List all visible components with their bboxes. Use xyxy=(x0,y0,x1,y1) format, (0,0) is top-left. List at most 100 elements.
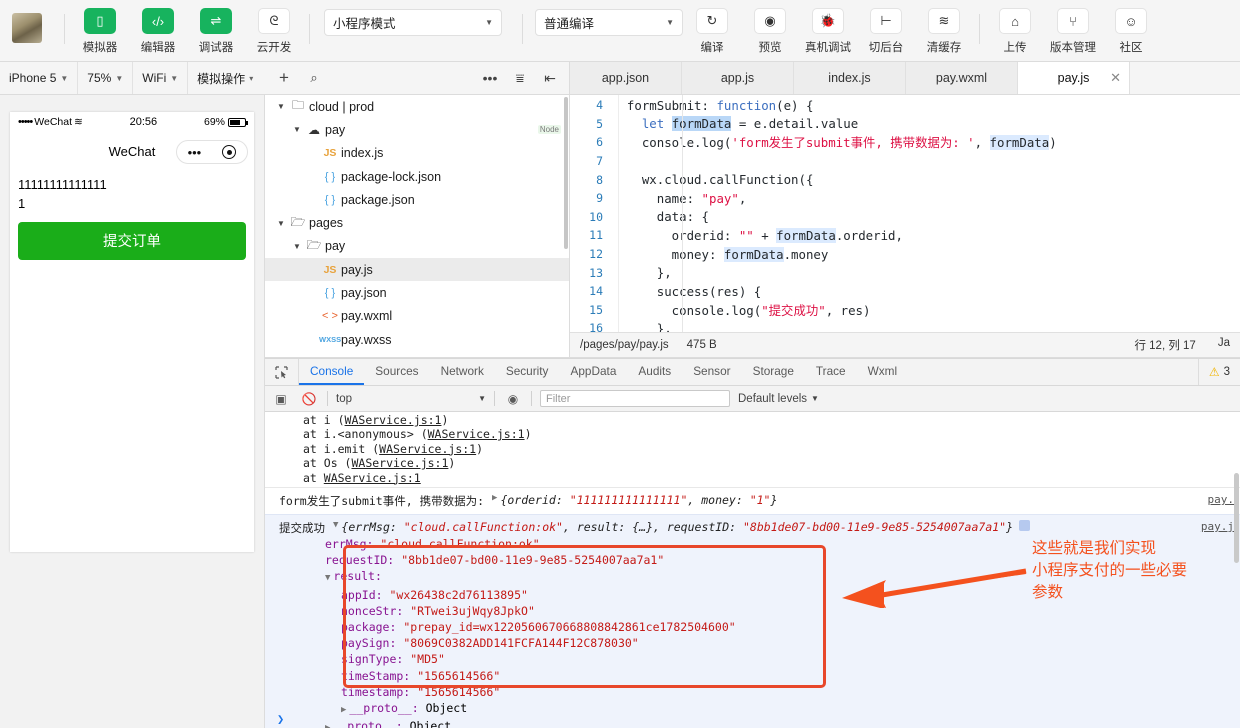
object-property-row[interactable]: timestamp: "1565614566" xyxy=(309,684,1240,700)
devtools-tab-console[interactable]: Console xyxy=(299,359,365,385)
twisty-icon[interactable]: ▶ xyxy=(325,723,330,728)
more-icon[interactable]: ••• xyxy=(477,66,503,90)
twisty-icon[interactable]: ▼ xyxy=(325,573,330,583)
code-line[interactable]: 14 success(res) { xyxy=(570,282,1240,301)
code-line[interactable]: 7 xyxy=(570,152,1240,171)
object-property-row[interactable]: timeStamp: "1565614566" xyxy=(309,668,1240,684)
live-expression-icon[interactable]: ◉ xyxy=(503,392,523,406)
plus-icon[interactable]: + xyxy=(271,66,297,90)
devtools-tab-storage[interactable]: Storage xyxy=(742,359,805,385)
file-tree-item[interactable]: { } package.json xyxy=(265,188,569,211)
twisty-icon[interactable]: ▶ xyxy=(341,705,346,715)
object-property-row[interactable]: nonceStr: "RTwei3ujWqy8JpkO" xyxy=(309,603,1240,619)
file-tree-item[interactable]: ▼ ☁ pay Node xyxy=(265,118,569,141)
simulate-action-select[interactable]: 模拟操作 ▾ xyxy=(188,62,262,94)
code-line[interactable]: 4 formSubmit: function(e) { xyxy=(570,96,1240,115)
search-icon[interactable]: ⌕ xyxy=(301,66,327,90)
file-tree-item[interactable]: { } package-lock.json xyxy=(265,165,569,188)
code-line[interactable]: 8 wx.cloud.callFunction({ xyxy=(570,170,1240,189)
code-editor[interactable]: 4 formSubmit: function(e) {5 let formDat… xyxy=(570,95,1240,332)
code-line[interactable]: 13 }, xyxy=(570,263,1240,282)
log-object[interactable]: {orderid: "111111111111111", money: "1"} xyxy=(500,493,777,507)
devtools-tab-sources[interactable]: Sources xyxy=(364,359,429,385)
inspect-element-icon[interactable] xyxy=(265,359,299,385)
file-tree-item[interactable]: ▼ 🗁 pay xyxy=(265,235,569,258)
code-line[interactable]: 5 let formData = e.detail.value xyxy=(570,115,1240,134)
twisty-icon[interactable]: ▼ xyxy=(275,219,287,228)
log-object[interactable]: {errMsg: "cloud.callFunction:ok", result… xyxy=(341,520,1013,534)
editor-tab-app-json[interactable]: app.json xyxy=(570,62,682,94)
object-property-row[interactable]: ▶__proto__: Object xyxy=(309,718,1240,728)
avatar[interactable] xyxy=(12,13,42,43)
editor-tab-pay-wxml[interactable]: pay.wxml xyxy=(906,62,1018,94)
devtools-tab-security[interactable]: Security xyxy=(495,359,560,385)
code-line[interactable]: 9 name: "pay", xyxy=(570,189,1240,208)
toolbar-item-upload-cloud-icon[interactable]: ⌂ 上传 xyxy=(986,0,1044,55)
object-property-row[interactable]: ▶__proto__: Object xyxy=(309,700,1240,718)
devtools-tab-trace[interactable]: Trace xyxy=(805,359,857,385)
file-tree-item[interactable]: JS index.js xyxy=(265,142,569,165)
editor-tab-app-js[interactable]: app.js xyxy=(682,62,794,94)
toolbar-item-bug-icon[interactable]: 🐞 真机调试 xyxy=(799,0,857,55)
collapse-twisty-icon[interactable]: ▼ xyxy=(333,520,338,530)
toolbar-item-eye-icon[interactable]: ◉ 预览 xyxy=(741,0,799,55)
sort-icon[interactable]: ⩸ xyxy=(507,66,533,90)
object-property-row[interactable]: package: "prepay_id=wx122056067066880884… xyxy=(309,619,1240,635)
object-property-row[interactable]: paySign: "8069C0382ADD141FCFA144F12C8780… xyxy=(309,635,1240,651)
log-source-link[interactable]: pay.j xyxy=(1201,520,1234,533)
toolbar-item-phone-icon[interactable]: ▯ 模拟器 xyxy=(71,0,129,55)
toolbar-item-chat-icon[interactable]: ☺ 社区 xyxy=(1102,0,1160,55)
capsule-close-icon[interactable] xyxy=(222,145,237,159)
file-tree-scrollbar[interactable] xyxy=(564,97,568,249)
expand-twisty-icon[interactable]: ▶ xyxy=(492,493,497,503)
toolbar-item-refresh-icon[interactable]: ↻ 编译 xyxy=(683,0,741,55)
console-sidebar-icon[interactable]: ▣ xyxy=(271,392,291,406)
devtools-tab-wxml[interactable]: Wxml xyxy=(857,359,908,385)
file-tree-item[interactable]: WXSS pay.wxss xyxy=(265,328,569,351)
device-select[interactable]: iPhone 5 ▼ xyxy=(0,62,79,94)
twisty-icon[interactable]: ▼ xyxy=(291,125,303,134)
toolbar-item-code-icon[interactable]: ‹/› 编辑器 xyxy=(129,0,187,55)
console-filter-input[interactable]: Filter xyxy=(540,390,730,407)
devtools-tab-appdata[interactable]: AppData xyxy=(559,359,627,385)
twisty-icon[interactable]: ▼ xyxy=(291,242,303,251)
warning-badge[interactable]: ⚠ 3 xyxy=(1197,359,1240,385)
source-link[interactable]: WAService.js:1 xyxy=(379,442,476,456)
source-link[interactable]: WAService.js:1 xyxy=(345,413,442,427)
console-prompt[interactable]: ❯ xyxy=(265,712,284,726)
clear-console-icon[interactable]: 🚫 xyxy=(299,392,319,406)
file-tree-item[interactable]: ▼ 🗀 cloud | prod xyxy=(265,95,569,118)
source-link[interactable]: WAService.js:1 xyxy=(428,427,525,441)
twisty-icon[interactable]: ▼ xyxy=(275,102,287,111)
compile-select[interactable]: 普通编译 ▼ xyxy=(535,9,683,36)
file-tree-item[interactable]: < > pay.wxml xyxy=(265,305,569,328)
file-tree-item[interactable]: JS pay.js xyxy=(265,258,569,282)
code-line[interactable]: 6 console.log('form发生了submit事件, 携带数据为: '… xyxy=(570,133,1240,152)
source-link[interactable]: WAService.js:1 xyxy=(351,456,448,470)
toolbar-item-background-icon[interactable]: ⊢ 切后台 xyxy=(857,0,915,55)
code-line[interactable]: 10 data: { xyxy=(570,208,1240,227)
file-tree-panel[interactable]: ▼ 🗀 cloud | prod ▼ ☁ pay Node JS index.js { } pack… xyxy=(265,95,570,358)
editor-tab-pay-js[interactable]: pay.js ✕ xyxy=(1018,62,1130,94)
code-line[interactable]: 11 orderid: "" + formData.orderid, xyxy=(570,226,1240,245)
wechat-capsule[interactable]: ••• xyxy=(176,140,248,164)
console-context-select[interactable]: top ▼ xyxy=(336,393,486,405)
file-tree-item[interactable]: { } pay.json xyxy=(265,281,569,304)
file-tree-item[interactable]: ▼ 🗁 pages xyxy=(265,211,569,234)
collapse-panel-icon[interactable]: ⇤ xyxy=(537,66,563,90)
console-log-row-expanded[interactable]: 提交成功 ▼ {errMsg: "cloud.callFunction:ok",… xyxy=(265,514,1240,537)
toolbar-item-cloud-dev-icon[interactable]: ᘓ 云开发 xyxy=(245,0,303,55)
close-icon[interactable]: ✕ xyxy=(1110,70,1121,86)
devtools-tab-sensor[interactable]: Sensor xyxy=(682,359,741,385)
toolbar-item-sliders-icon[interactable]: ⇌ 调试器 xyxy=(187,0,245,55)
log-levels-select[interactable]: Default levels ▼ xyxy=(738,393,819,405)
mode-select[interactable]: 小程序模式 ▼ xyxy=(324,9,502,36)
code-line[interactable]: 15 console.log("提交成功", res) xyxy=(570,301,1240,320)
code-content[interactable]: 4 formSubmit: function(e) {5 let formDat… xyxy=(570,95,1240,332)
source-link[interactable]: WAService.js:1 xyxy=(324,471,421,485)
editor-tab-index-js[interactable]: index.js xyxy=(794,62,906,94)
zoom-select[interactable]: 75% ▼ xyxy=(78,62,134,94)
network-select[interactable]: WiFi ▼ xyxy=(133,62,189,94)
object-property-row[interactable]: signType: "MD5" xyxy=(309,651,1240,667)
devtools-tab-audits[interactable]: Audits xyxy=(627,359,682,385)
